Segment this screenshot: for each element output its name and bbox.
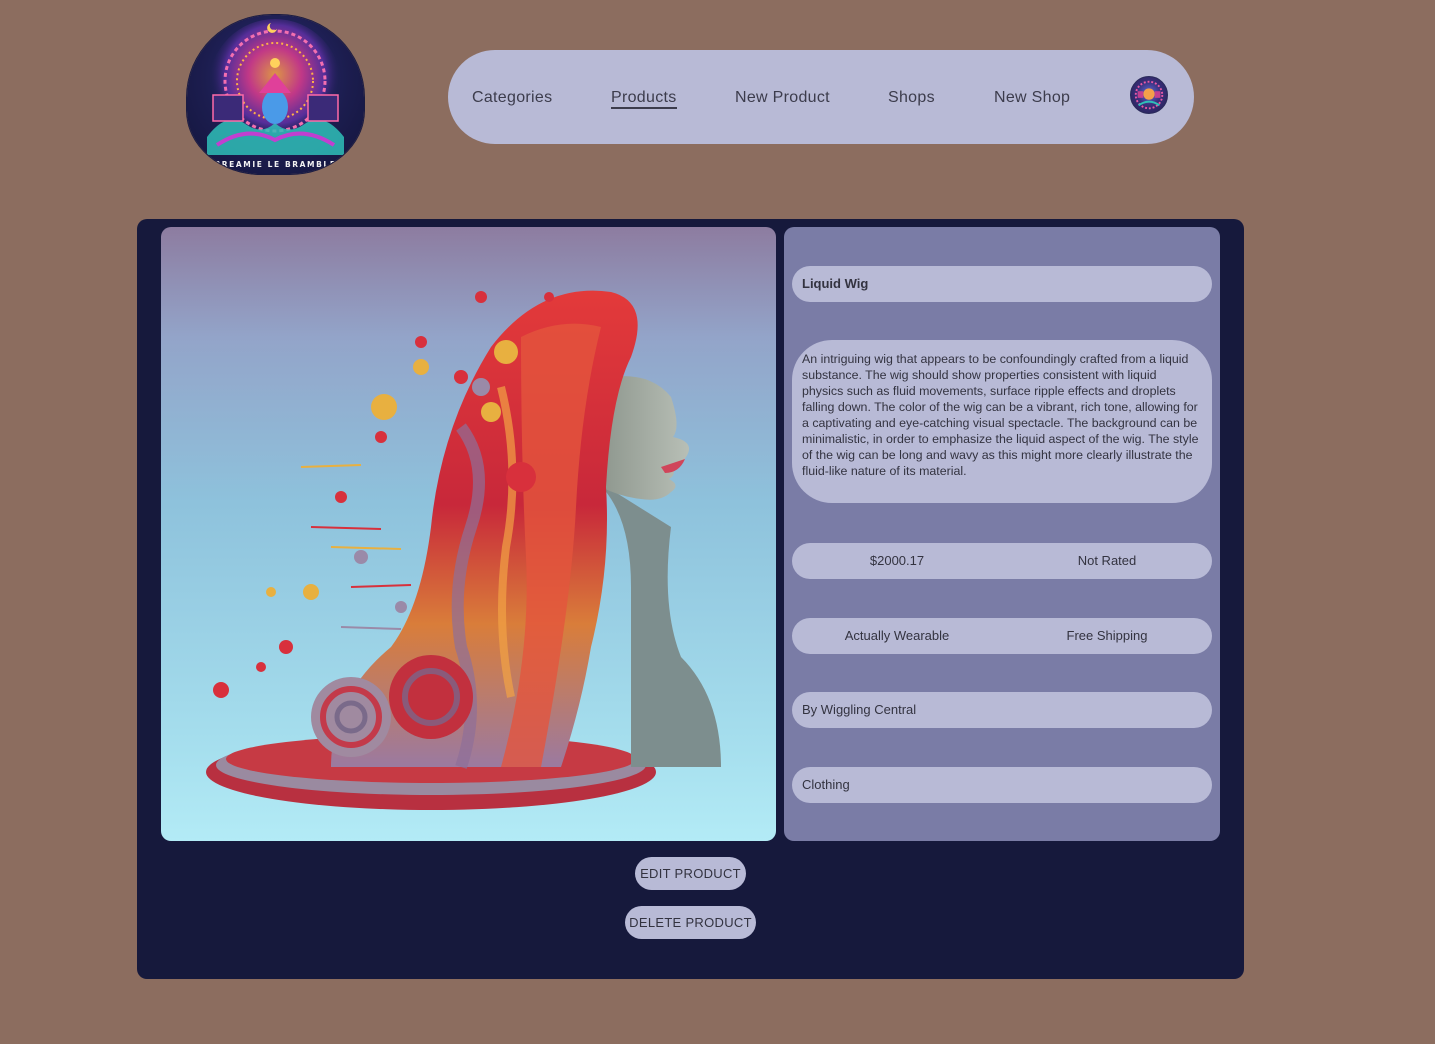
nav-item-new-shop[interactable]: New Shop: [994, 88, 1070, 108]
liquid-wig-mannequin-image: [206, 290, 721, 810]
product-category: Clothing: [792, 767, 1212, 803]
user-avatar[interactable]: [1130, 76, 1168, 114]
user-avatar-icon: [1134, 80, 1164, 110]
site-logo[interactable]: BREAMIE LE BRAMBLE: [187, 15, 364, 174]
nav-item-categories[interactable]: Categories: [472, 88, 552, 108]
price-rating-row: $2000.17 Not Rated: [792, 543, 1212, 579]
product-card: Liquid Wig An intriguing wig that appear…: [137, 219, 1244, 979]
logo-text: BREAMIE LE BRAMBLE: [214, 160, 337, 169]
product-name: Liquid Wig: [792, 266, 1212, 302]
product-price: $2000.17: [869, 553, 925, 568]
nav-item-products[interactable]: Products: [611, 88, 677, 109]
product-shipping: Free Shipping: [1066, 628, 1148, 643]
edit-product-button[interactable]: EDIT PRODUCT: [635, 857, 746, 890]
product-wearable: Actually Wearable: [844, 628, 950, 643]
mandala-logo-icon: [207, 19, 344, 155]
main-navigation: Categories Products New Product Shops Ne…: [448, 50, 1194, 144]
nav-item-shops[interactable]: Shops: [888, 88, 935, 108]
product-shop: By Wiggling Central: [792, 692, 1212, 728]
delete-product-button[interactable]: DELETE PRODUCT: [625, 906, 756, 939]
product-description: An intriguing wig that appears to be con…: [792, 340, 1212, 503]
product-image: [161, 227, 776, 841]
wearable-shipping-row: Actually Wearable Free Shipping: [792, 618, 1212, 654]
nav-item-new-product[interactable]: New Product: [735, 88, 830, 108]
product-rating: Not Rated: [1077, 553, 1137, 568]
product-details-panel: Liquid Wig An intriguing wig that appear…: [784, 227, 1220, 841]
